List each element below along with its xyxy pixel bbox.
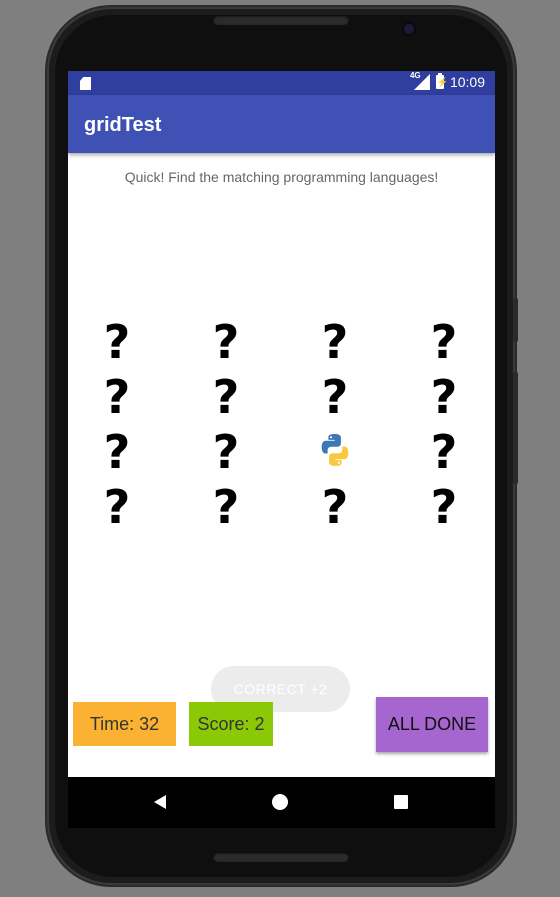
recents-icon[interactable] <box>394 795 408 809</box>
score-display: Score: 2 <box>189 702 273 746</box>
question-mark-icon: ? <box>430 370 458 424</box>
back-icon[interactable] <box>154 795 166 809</box>
bottom-speaker <box>213 852 349 862</box>
question-mark-icon: ? <box>321 315 349 369</box>
signal-icon: 4G <box>409 71 430 90</box>
all-done-button[interactable]: ALL DONE <box>376 697 488 752</box>
home-icon[interactable] <box>272 794 288 810</box>
card-hidden[interactable]: ? <box>196 426 256 478</box>
question-mark-icon: ? <box>321 480 349 534</box>
question-mark-icon: ? <box>103 315 131 369</box>
time-display: Time: 32 <box>73 702 176 746</box>
battery-icon: ⚡ <box>435 73 448 89</box>
card-hidden[interactable]: ? <box>196 481 256 533</box>
network-type-label: 4G <box>409 71 421 80</box>
volume-button[interactable] <box>513 372 518 484</box>
card-hidden[interactable]: ? <box>196 316 256 368</box>
question-mark-icon: ? <box>212 370 240 424</box>
card-hidden[interactable]: ? <box>196 371 256 423</box>
question-mark-icon: ? <box>103 425 131 479</box>
question-mark-icon: ? <box>430 425 458 479</box>
card-hidden[interactable]: ? <box>414 371 474 423</box>
sd-card-icon <box>80 77 91 90</box>
card-hidden[interactable]: ? <box>87 481 147 533</box>
card-revealed[interactable] <box>305 426 365 478</box>
clock: 10:09 <box>449 74 485 90</box>
game-content: Quick! Find the matching programming lan… <box>68 153 495 777</box>
navigation-bar <box>68 777 495 828</box>
battery-charging-label: ⚡ <box>436 77 449 87</box>
card-hidden[interactable]: ? <box>305 481 365 533</box>
question-mark-icon: ? <box>212 425 240 479</box>
card-hidden[interactable]: ? <box>414 426 474 478</box>
question-mark-icon: ? <box>103 480 131 534</box>
question-mark-icon: ? <box>212 315 240 369</box>
status-right: 4G ⚡ 10:09 <box>409 71 485 90</box>
status-bar: 4G ⚡ 10:09 <box>68 71 495 95</box>
app-title: gridTest <box>84 114 162 136</box>
card-hidden[interactable]: ? <box>87 316 147 368</box>
app-bar: gridTest <box>68 95 495 153</box>
card-hidden[interactable]: ? <box>305 316 365 368</box>
card-hidden[interactable]: ? <box>305 371 365 423</box>
power-button[interactable] <box>513 298 518 342</box>
python-icon <box>317 429 353 475</box>
top-speaker <box>213 15 349 25</box>
question-mark-icon: ? <box>212 480 240 534</box>
front-camera <box>404 24 414 34</box>
device-screen: 4G ⚡ 10:09 gridTest Quick! Find the matc… <box>68 71 495 828</box>
card-hidden[interactable]: ? <box>87 371 147 423</box>
card-hidden[interactable]: ? <box>87 426 147 478</box>
card-hidden[interactable]: ? <box>414 481 474 533</box>
question-mark-icon: ? <box>430 480 458 534</box>
question-mark-icon: ? <box>321 370 349 424</box>
question-mark-icon: ? <box>430 315 458 369</box>
card-hidden[interactable]: ? <box>414 316 474 368</box>
question-mark-icon: ? <box>103 370 131 424</box>
